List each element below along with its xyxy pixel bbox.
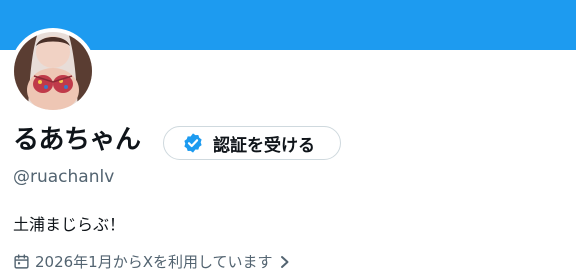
verified-badge-icon [184, 133, 202, 153]
chevron-right-icon [280, 255, 289, 268]
calendar-icon [14, 254, 29, 269]
joined-date-text: 2026年1月からXを利用しています [35, 253, 273, 271]
profile-banner[interactable] [0, 0, 576, 50]
avatar[interactable] [14, 32, 92, 110]
user-handle: @ruachanlv [13, 167, 115, 187]
bio: 土浦まじらぶ！ [13, 215, 126, 234]
get-verified-label: 認証を受ける [213, 135, 315, 156]
joined-date-link[interactable]: 2026年1月からXを利用しています [13, 251, 291, 272]
get-verified-button[interactable]: 認証を受ける [163, 126, 341, 160]
display-name: るあちゃん [13, 125, 141, 155]
